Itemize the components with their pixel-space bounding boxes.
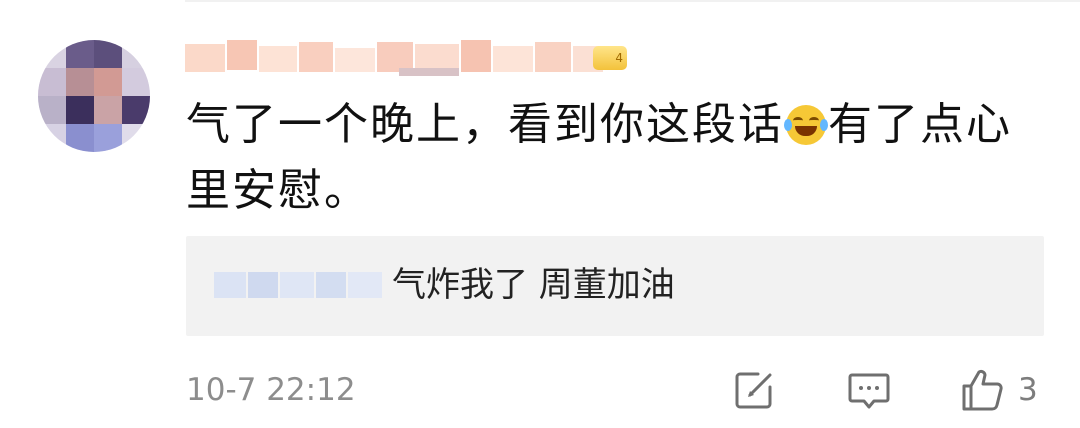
edit-icon <box>735 372 772 409</box>
comment-icon <box>848 373 890 409</box>
top-divider <box>185 0 1080 2</box>
like-icon <box>962 369 1003 411</box>
reply-username-blurred[interactable] <box>214 272 394 298</box>
like-button[interactable] <box>958 366 1006 414</box>
avatar[interactable] <box>38 40 150 152</box>
reply-text: 气炸我了 周董加油 <box>392 265 675 305</box>
comment-text-part1: 气了一个晚上，看到你这段话 <box>186 99 784 150</box>
comment-button[interactable] <box>845 366 893 414</box>
laughing-tears-emoji-icon <box>784 105 828 145</box>
edit-button[interactable] <box>730 366 778 414</box>
vip-badge: 4 <box>593 46 627 70</box>
comment-text: 气了一个晚上，看到你这段话 有了点心里安慰。 <box>186 92 1056 224</box>
username-blurred[interactable] <box>185 38 625 78</box>
timestamp: 10-7 22:12 <box>186 372 356 408</box>
like-count: 3 <box>1018 372 1038 408</box>
reply-box[interactable]: 气炸我了 周董加油 <box>186 236 1044 336</box>
